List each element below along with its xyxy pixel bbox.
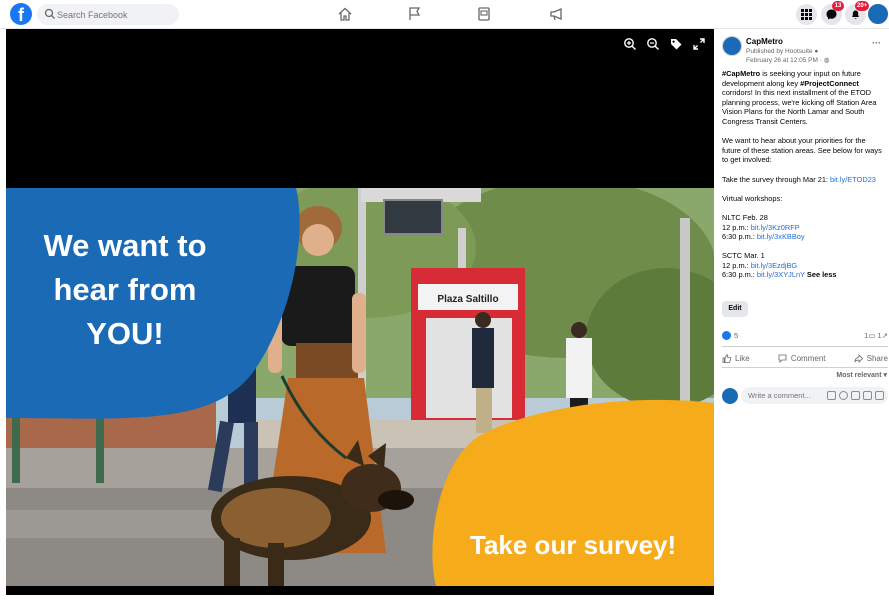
info-icon[interactable]: ●	[814, 48, 818, 55]
engagement-counts: 1▭ 1↗	[864, 331, 888, 340]
search-input[interactable]	[57, 6, 175, 23]
top-navigation-bar: f 13 20+	[0, 0, 889, 29]
published-by-text: Published by Hootsuite ●	[746, 48, 818, 55]
post-paragraph-4: Virtual workshops:	[722, 193, 783, 203]
survey-link[interactable]: bit.ly/ETOD23	[830, 175, 876, 184]
sticker-icon[interactable]	[827, 391, 836, 400]
grid-icon	[801, 9, 812, 20]
headline-line-1: We want to	[43, 228, 207, 263]
post-date-link[interactable]: February 26 at 12:05 PM · ◍	[746, 56, 829, 64]
facebook-logo-icon[interactable]: f	[10, 3, 32, 25]
sctc-title: SCTC Mar. 1	[722, 251, 765, 261]
nltc-evening-link[interactable]: bit.ly/3xKBBoy	[757, 232, 805, 241]
home-icon[interactable]	[337, 6, 353, 22]
share-label: Share	[866, 353, 888, 363]
page-name-link[interactable]: CapMetro	[746, 37, 783, 46]
search-bar[interactable]	[37, 4, 179, 25]
post-details-panel: CapMetro Published by Hootsuite ● Februa…	[714, 29, 889, 601]
share-count-icon: ↗	[881, 331, 888, 340]
reactions-summary: 5 1▭ 1↗	[722, 330, 888, 342]
post-paragraph-2: We want to hear about your priorities fo…	[722, 136, 882, 165]
menu-grid-button[interactable]	[796, 4, 817, 25]
commenter-avatar[interactable]	[722, 388, 738, 404]
headline-line-3: YOU!	[86, 316, 164, 351]
comment-input[interactable]	[748, 389, 818, 402]
divider	[722, 346, 888, 347]
headline-text: We want to hear from YOU!	[20, 224, 230, 356]
like-label: Like	[735, 353, 750, 363]
like-reaction-icon[interactable]	[722, 331, 731, 340]
divider	[722, 367, 888, 368]
edit-button[interactable]: Edit	[722, 301, 748, 317]
headline-line-2: hear from	[53, 272, 197, 307]
nltc-noon-link[interactable]: bit.ly/3Kz0RFP	[751, 223, 800, 232]
sctc-block: SCTC Mar. 1 12 p.m.: bit.ly/3EzdjBG 6:30…	[722, 251, 886, 280]
camera-icon[interactable]	[851, 391, 860, 400]
comment-icon	[778, 354, 787, 363]
post-body: #CapMetro is seeking your input on futur…	[722, 69, 886, 290]
comment-label: Comment	[790, 353, 826, 363]
search-icon	[44, 8, 55, 19]
post-paragraph-3: Take the survey through Mar 21: bit.ly/E…	[722, 175, 886, 185]
like-button[interactable]: Like	[722, 350, 750, 366]
zoom-in-icon[interactable]	[623, 37, 637, 51]
share-button[interactable]: Share	[854, 350, 888, 366]
viewer-toolbar	[623, 37, 706, 51]
reaction-count[interactable]: 5	[734, 331, 738, 340]
post-actions: Like Comment Share	[722, 350, 888, 366]
hashtag-projectconnect[interactable]: #ProjectConnect	[800, 79, 859, 88]
tag-icon[interactable]	[669, 37, 683, 51]
caret-down-icon: ▾	[883, 372, 887, 379]
post-text: 6:30 p.m.:	[722, 232, 757, 242]
sctc-evening-link[interactable]: bit.ly/3XYJLnY	[757, 270, 805, 279]
post-text: Take the survey through Mar 21:	[722, 174, 831, 184]
see-less-link[interactable]: See less	[807, 270, 837, 279]
pages-flag-icon[interactable]	[407, 6, 423, 22]
page-avatar[interactable]	[722, 36, 742, 56]
post-text: 12 p.m.:	[722, 222, 751, 232]
messenger-button[interactable]: 13	[821, 1, 844, 25]
nltc-title: NLTC Feb. 28	[722, 212, 768, 222]
photo-viewer: Plaza Saltillo We want to hear from YOU!…	[6, 29, 714, 595]
post-photo: Plaza Saltillo We want to hear from YOU!…	[6, 188, 714, 586]
sctc-noon-link[interactable]: bit.ly/3EzdjBG	[751, 261, 797, 270]
emoji-icon[interactable]	[839, 391, 848, 400]
zoom-out-icon[interactable]	[646, 37, 660, 51]
post-date-label: February 26 at 12:05 PM	[746, 57, 818, 64]
post-paragraph-1: #CapMetro is seeking your input on futur…	[722, 69, 886, 127]
thumbs-up-icon	[722, 353, 731, 363]
post-text: corridors! In this next installment of t…	[722, 88, 877, 126]
globe-icon: ◍	[823, 57, 830, 64]
post-text: 12 p.m.:	[722, 260, 751, 270]
attach-icon[interactable]	[875, 391, 884, 400]
composer-tools	[827, 391, 884, 400]
marketplace-icon[interactable]	[476, 6, 492, 22]
share-arrow-icon	[854, 353, 863, 363]
comment-sort-label: Most relevant	[836, 372, 882, 379]
cta-text: Take our survey!	[470, 530, 677, 560]
messenger-count-badge: 13	[832, 1, 844, 11]
fullscreen-icon[interactable]	[692, 37, 706, 51]
profile-avatar[interactable]	[867, 3, 889, 25]
notifications-button[interactable]: 20+	[845, 1, 870, 25]
comment-count-icon: ▭	[868, 331, 876, 340]
more-options-button[interactable]: ···	[872, 38, 881, 48]
comment-button[interactable]: Comment	[778, 350, 826, 366]
ads-megaphone-icon[interactable]	[549, 6, 565, 22]
hashtag-capmetro[interactable]: #CapMetro	[722, 69, 760, 78]
comment-composer[interactable]	[741, 387, 888, 404]
comment-sort-dropdown[interactable]: Most relevant ▾	[836, 371, 887, 379]
nltc-block: NLTC Feb. 28 12 p.m.: bit.ly/3Kz0RFP 6:3…	[722, 213, 886, 242]
published-by-label: Published by Hootsuite	[746, 48, 813, 55]
post-text: 6:30 p.m.:	[722, 270, 757, 280]
gif-icon[interactable]	[863, 391, 872, 400]
